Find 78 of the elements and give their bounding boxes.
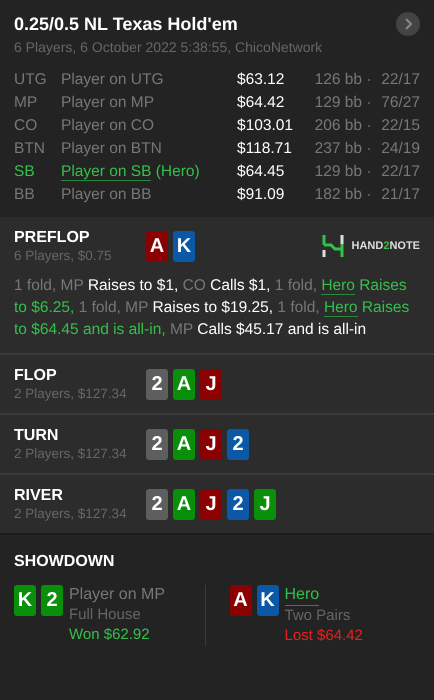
street-info: 2 Players, $127.34 xyxy=(14,506,128,521)
street-info: 2 Players, $127.34 xyxy=(14,386,128,401)
playing-card: 2 xyxy=(227,488,249,520)
player-stats: 24/19 xyxy=(380,139,420,159)
position-label: BB xyxy=(14,185,36,205)
player-name: Player on BTN xyxy=(61,139,163,159)
playing-card: K xyxy=(256,585,278,616)
street-info: 6 Players, $0.75 xyxy=(14,248,113,263)
playing-card: A xyxy=(173,488,195,520)
playing-card: 2 xyxy=(41,585,63,616)
playing-card: 2 xyxy=(146,428,168,460)
player-name: Player on CO xyxy=(61,116,156,136)
result-amount: Lost $64.42 xyxy=(284,626,363,646)
street-name: TURN xyxy=(14,427,60,445)
player-name: Player on MP xyxy=(61,93,156,113)
stack-bb: 206 bb xyxy=(314,116,362,136)
playing-card: J xyxy=(200,428,222,460)
playing-card: A xyxy=(173,428,195,460)
player-link[interactable]: Player on SB xyxy=(61,163,152,181)
result-amount: Won $62.92 xyxy=(69,625,150,645)
separator-dot-icon xyxy=(368,148,370,150)
player-name: Player on SB (Hero) xyxy=(61,162,201,182)
position-label: BTN xyxy=(14,139,46,159)
street-name: RIVER xyxy=(14,487,64,505)
stack-amount: $64.45 xyxy=(237,162,286,182)
street-name: PREFLOP xyxy=(14,229,91,247)
street-info: 2 Players, $127.34 xyxy=(14,446,128,461)
player-name: Player on BB xyxy=(61,185,152,205)
stack-amount: $103.01 xyxy=(237,116,294,136)
player-stats: 21/17 xyxy=(380,185,420,205)
hero-link[interactable]: Hero xyxy=(324,299,358,317)
player-stats: 76/27 xyxy=(380,93,420,113)
logo-text: HAND2NOTE xyxy=(352,240,420,252)
playing-card: 2 xyxy=(146,488,168,520)
logo-icon xyxy=(322,234,344,258)
stack-bb: 182 bb xyxy=(314,185,362,205)
playing-card: J xyxy=(200,488,222,520)
playing-card: K xyxy=(173,230,195,262)
playing-card: A xyxy=(230,585,252,616)
stack-bb: 129 bb xyxy=(314,93,362,113)
stack-bb: 129 bb xyxy=(314,162,362,182)
position-label: CO xyxy=(14,116,38,136)
player-link[interactable]: Hero xyxy=(284,585,320,606)
playing-card: A xyxy=(173,368,195,400)
position-label: SB xyxy=(14,162,36,182)
separator-dot-icon xyxy=(368,170,370,172)
position-label: UTG xyxy=(14,70,48,90)
separator-dot-icon xyxy=(368,102,370,104)
playing-card: K xyxy=(14,585,36,616)
street-name: FLOP xyxy=(14,367,58,385)
stack-amount: $63.12 xyxy=(237,70,286,90)
player-stats: 22/15 xyxy=(380,116,420,136)
chevron-right-icon[interactable] xyxy=(396,12,420,36)
playing-card: J xyxy=(200,368,222,400)
stack-bb: 237 bb xyxy=(314,139,362,159)
hand-rank: Full House xyxy=(69,605,141,625)
showdown-title: SHOWDOWN xyxy=(14,553,116,571)
stack-amount: $64.42 xyxy=(237,93,286,113)
hand-title: 0.25/0.5 NL Texas Hold'em xyxy=(14,14,238,34)
playing-card: A xyxy=(146,230,168,262)
stack-amount: $91.09 xyxy=(237,185,286,205)
hand-subtitle: 6 Players, 6 October 2022 5:38:55, ChicoNetwork xyxy=(14,39,324,55)
playing-card: J xyxy=(254,488,276,520)
playing-card: 2 xyxy=(227,428,249,460)
separator-dot-icon xyxy=(368,194,370,196)
playing-card: 2 xyxy=(146,368,168,400)
hand-rank: Two Pairs xyxy=(284,606,350,626)
player-stats: 22/17 xyxy=(380,162,420,182)
stack-bb: 126 bb xyxy=(314,70,362,90)
position-label: MP xyxy=(14,93,38,113)
hero-link[interactable]: Hero xyxy=(321,277,355,295)
player-name: Player on MP xyxy=(69,585,166,605)
stack-amount: $118.71 xyxy=(237,139,293,159)
player-name: Player on UTG xyxy=(61,70,165,90)
player-stats: 22/17 xyxy=(380,70,420,90)
separator-dot-icon xyxy=(368,124,370,126)
action-log: 1 fold, MP Raises to $1, CO Calls $1, 1 fold, Hero Raises to $6.25, 1 fold, MP Raises to $19.25, 1 fold, Hero Raises to $64.45 and is all-in, MP Calls $45.17 and is all-in xyxy=(14,276,410,340)
separator-dot-icon xyxy=(368,78,370,80)
